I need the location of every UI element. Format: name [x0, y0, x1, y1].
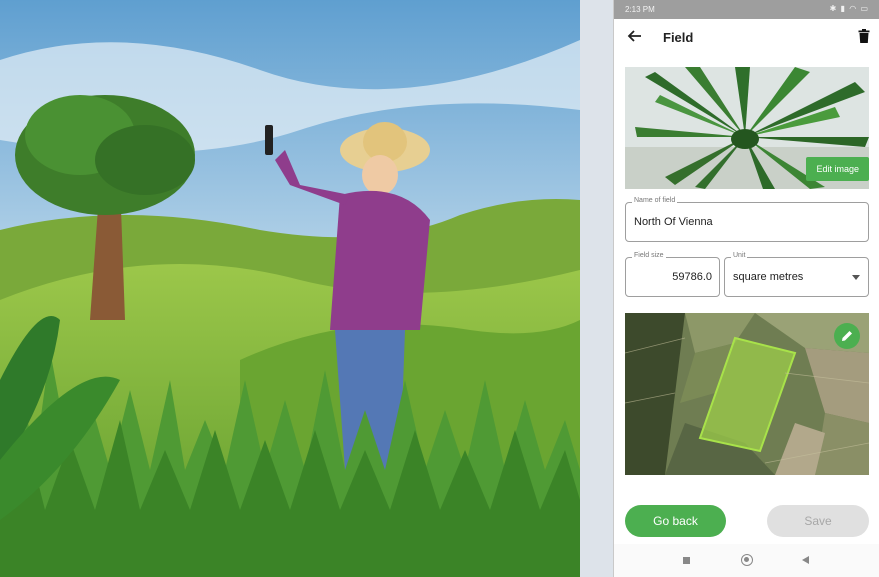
system-nav-bar — [614, 544, 879, 577]
pane-gap — [580, 0, 613, 577]
recents-icon[interactable] — [683, 557, 690, 564]
pencil-icon — [842, 331, 852, 341]
edit-map-button[interactable] — [834, 323, 860, 349]
arrow-left-icon[interactable] — [626, 27, 644, 45]
bluetooth-icon: ✱ — [829, 4, 838, 13]
phone-screen: 2:13 PM ✱ ▮ ◠ ▭ Field Edit image Name of… — [613, 0, 879, 577]
unit-value[interactable]: square metres — [733, 271, 803, 283]
save-button[interactable]: Save — [767, 505, 869, 537]
name-of-field-label: Name of field — [632, 197, 678, 204]
field-size-label: Field size — [632, 252, 666, 259]
status-icons: ✱ ▮ ◠ ▭ — [830, 4, 869, 13]
wifi-icon: ◠ — [849, 4, 858, 13]
back-icon[interactable] — [802, 556, 809, 564]
status-bar: 2:13 PM ✱ ▮ ◠ ▭ — [614, 0, 879, 19]
field-map[interactable] — [625, 313, 869, 475]
status-time: 2:13 PM — [625, 5, 655, 14]
battery-icon: ▭ — [860, 4, 869, 13]
chevron-down-icon[interactable] — [852, 275, 860, 280]
home-icon[interactable] — [741, 554, 753, 566]
app-bar: Field — [614, 19, 879, 57]
phone-in-hand — [265, 125, 273, 155]
field-photo: Edit image — [625, 67, 869, 189]
field-size-input[interactable]: Field size 59786.0 — [625, 252, 720, 297]
edit-image-button[interactable]: Edit image — [806, 157, 869, 181]
name-of-field-input[interactable]: Name of field North Of Vienna — [625, 197, 869, 242]
name-of-field-value[interactable]: North Of Vienna — [634, 216, 713, 228]
field-size-value[interactable]: 59786.0 — [672, 271, 712, 283]
farmer-illustration — [0, 0, 580, 577]
unit-label: Unit — [731, 252, 748, 259]
trash-icon[interactable] — [858, 29, 870, 43]
signal-icon: ▮ — [840, 4, 846, 13]
farmer-head — [362, 155, 398, 195]
farmer-shirt — [330, 190, 430, 330]
go-back-button[interactable]: Go back — [625, 505, 726, 537]
unit-select[interactable]: Unit square metres — [724, 252, 869, 297]
page-title: Field — [663, 30, 694, 45]
